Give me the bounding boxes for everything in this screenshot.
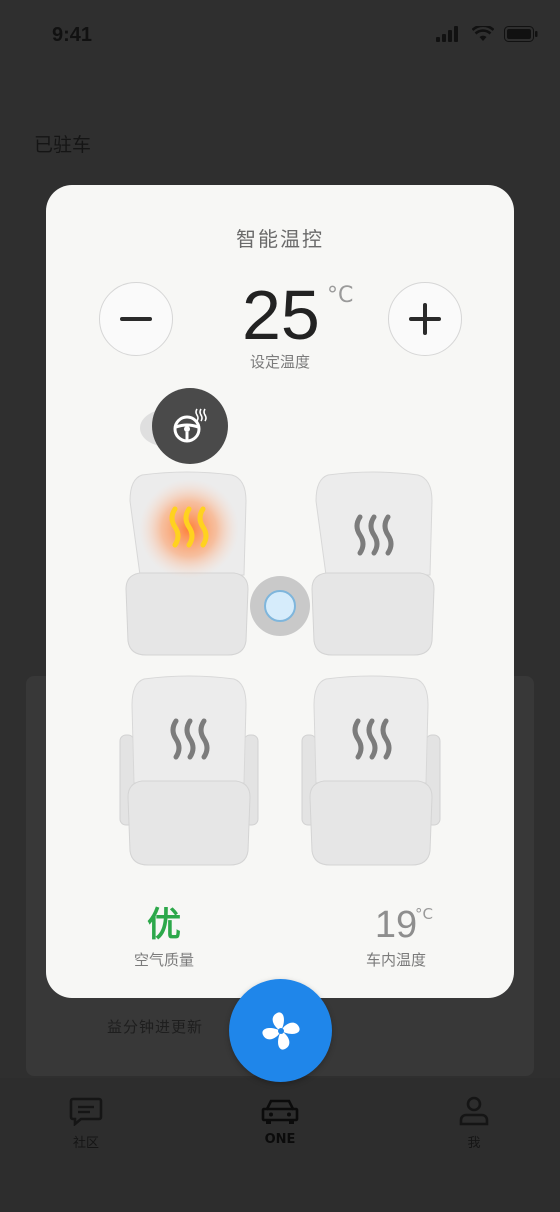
- tab-me[interactable]: 我: [434, 1096, 514, 1151]
- air-quality-value: 优: [147, 905, 181, 945]
- air-quality: 优 空气质量: [99, 905, 229, 970]
- minus-icon: [120, 317, 152, 321]
- status-time: 9:41: [52, 24, 93, 46]
- knob-indicator: [264, 590, 296, 622]
- decrease-temperature-button[interactable]: [99, 282, 173, 356]
- tab-one-label: ONE: [264, 1132, 296, 1147]
- signal-icon: [436, 26, 458, 42]
- seat-rear-right[interactable]: [300, 675, 442, 867]
- status-bar: 9:41: [0, 0, 560, 72]
- steering-wheel-heat-icon: [173, 408, 207, 443]
- battery-icon: [504, 26, 538, 42]
- increase-temperature-button[interactable]: [388, 282, 462, 356]
- tab-one[interactable]: ONE: [240, 1096, 320, 1147]
- tab-community[interactable]: 社区: [46, 1096, 126, 1151]
- message-icon: [69, 1097, 103, 1126]
- tab-me-label: 我: [467, 1136, 481, 1151]
- seat-rear-left[interactable]: [118, 675, 260, 867]
- car-icon: [261, 1099, 299, 1124]
- seat-front-right[interactable]: [308, 471, 438, 657]
- person-icon: [459, 1096, 489, 1126]
- inside-temperature-unit: °C: [415, 905, 433, 923]
- wifi-icon: [472, 26, 494, 41]
- climate-modal: 智能温控 25 °C 设定温度 优 空气质量 19 °C 车内温度: [46, 185, 514, 998]
- center-console-knob[interactable]: [250, 576, 310, 636]
- tab-community-label: 社区: [72, 1136, 99, 1151]
- background-card-text: 益分钟进更新: [107, 1018, 204, 1036]
- inside-temperature-label: 车内温度: [365, 951, 426, 969]
- inside-temperature-value: 19: [374, 904, 418, 946]
- set-temperature-label: 设定温度: [249, 353, 310, 371]
- seat-front-left[interactable]: [122, 471, 252, 657]
- set-temperature-unit: °C: [327, 283, 354, 308]
- fan-button[interactable]: [229, 979, 332, 1082]
- inside-temperature: 19 °C 车内温度: [331, 905, 461, 970]
- air-quality-label: 空气质量: [133, 951, 194, 969]
- fan-icon: [261, 1011, 300, 1050]
- tab-bar: 社区 ONE 我: [0, 1078, 560, 1212]
- page-title: 已驻车: [34, 134, 92, 156]
- status-icons: [436, 26, 538, 42]
- plus-icon: [409, 303, 441, 335]
- set-temperature-value: 25: [242, 276, 320, 354]
- modal-title: 智能温控: [236, 227, 324, 251]
- steering-heat-button[interactable]: [152, 388, 228, 464]
